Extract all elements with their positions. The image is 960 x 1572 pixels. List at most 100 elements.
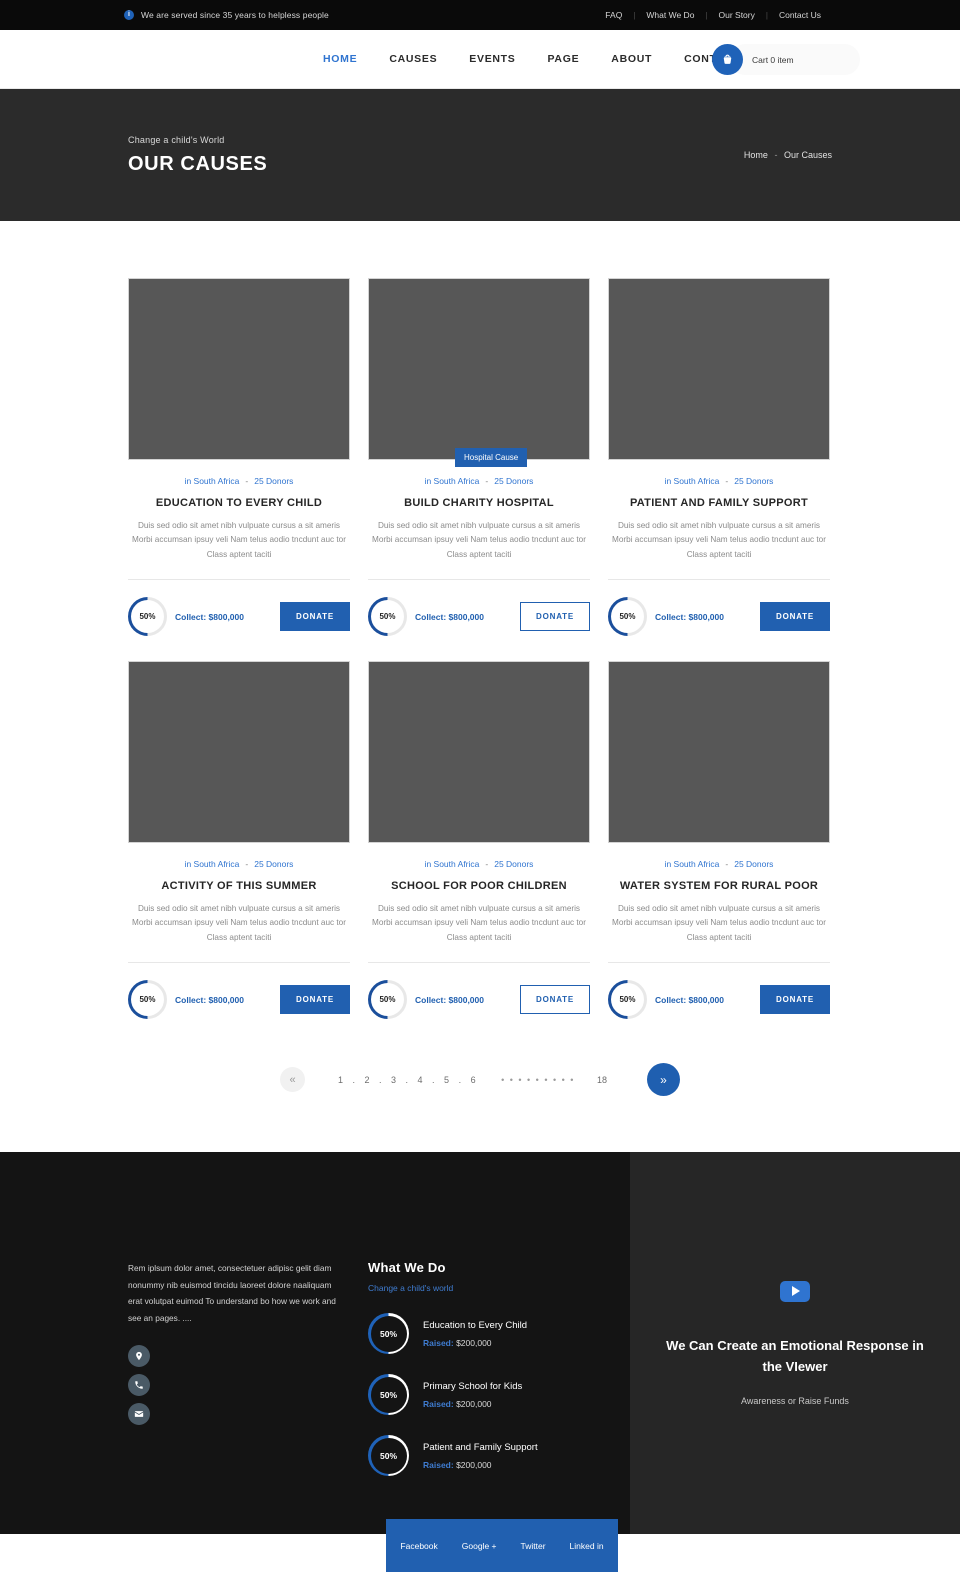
cause-footer: 50% Collect: $800,000 DONATE xyxy=(368,962,590,1020)
nav-item-page[interactable]: PAGE xyxy=(532,53,596,65)
donate-button[interactable]: DONATE xyxy=(520,602,590,632)
topbar-link-what-we-do[interactable]: What We Do xyxy=(635,10,705,20)
donate-button[interactable]: DONATE xyxy=(280,985,350,1015)
breadcrumb-separator: - xyxy=(774,150,778,160)
what-we-do-item: 50% Patient and Family Support Raised: $20… xyxy=(368,1435,598,1477)
cause-donors[interactable]: 25 Donors xyxy=(734,476,773,486)
nav-item-events[interactable]: EVENTS xyxy=(453,53,531,65)
cause-progress-ring: 50% xyxy=(128,980,167,1020)
donate-button[interactable]: DONATE xyxy=(760,985,830,1015)
location-pin-icon[interactable] xyxy=(128,1345,150,1368)
footer-what-we-do-title: What We Do xyxy=(368,1260,446,1276)
cause-title: BUILD CHARITY HOSPITAL xyxy=(404,497,554,509)
footer-about-text: Rem iplsum dolor amet, consectetuer adip… xyxy=(128,1263,336,1323)
cause-footer: 50% Collect: $800,000 DONATE xyxy=(608,962,830,1020)
cause-title: WATER SYSTEM FOR RURAL POOR xyxy=(619,880,819,893)
pagination-numbers[interactable]: 1 . 2 . 3 . 4 . 5 . 6 xyxy=(338,1075,479,1085)
footer-video-title: We Can Create an Emotional Response in t… xyxy=(666,1337,924,1375)
cause-progress-ring: 50% xyxy=(608,980,647,1020)
info-icon: i xyxy=(124,10,134,20)
cause-collect: Collect: $800,000 xyxy=(415,611,484,622)
cause-donors[interactable]: 25 Donors xyxy=(254,476,293,486)
pagination-last-page[interactable]: 18 xyxy=(597,1075,607,1085)
cause-footer: 50% Collect: $800,000 DONATE xyxy=(128,579,350,637)
cause-location[interactable]: in South Africa xyxy=(185,859,240,869)
play-triangle xyxy=(792,1286,800,1297)
cause-card: in South Africa -25 Donors ACTIVITY OF THI… xyxy=(128,661,350,1020)
social-link-linkedin[interactable]: Linked in xyxy=(558,1541,616,1551)
footer-contact-icons xyxy=(128,1345,150,1432)
breadcrumb-home[interactable]: Home xyxy=(744,150,768,160)
cause-meta: in South Africa -25 Donors xyxy=(128,476,350,486)
top-bar-message-group: i We are served since 35 years to helple… xyxy=(124,10,594,20)
cart-label: Cart 0 item xyxy=(752,54,794,65)
cause-card: in South Africa -25 Donors SCHOOL FOR POOR… xyxy=(368,661,590,1020)
cause-footer: 50% Collect: $800,000 DONATE xyxy=(128,962,350,1020)
footer-video-subtitle: Awareness or Raise Funds xyxy=(741,1395,849,1406)
what-we-do-text: Education to Every Child Raised: $200,000 xyxy=(423,1320,527,1348)
cause-progress-ring: 50% xyxy=(128,597,167,637)
what-we-do-amount: $200,000 xyxy=(456,1459,492,1470)
donate-button[interactable]: DONATE xyxy=(280,602,350,632)
cause-image xyxy=(608,661,830,844)
cause-donors[interactable]: 25 Donors xyxy=(494,859,533,869)
cause-location[interactable]: in South Africa xyxy=(425,859,480,869)
cause-location[interactable]: in South Africa xyxy=(665,859,720,869)
phone-icon[interactable] xyxy=(128,1374,150,1397)
social-link-facebook[interactable]: Facebook xyxy=(388,1541,449,1551)
cause-description: Duis sed odio sit amet nibh vulpuate cur… xyxy=(132,904,346,942)
cause-meta-separator: - xyxy=(485,859,489,870)
what-we-do-amount: $200,000 xyxy=(456,1337,492,1348)
cart-widget[interactable]: Cart 0 item xyxy=(712,30,860,89)
donate-button[interactable]: DONATE xyxy=(760,602,830,632)
cause-footer: 50% Collect: $800,000 DONATE xyxy=(368,579,590,637)
nav-item-causes[interactable]: CAUSES xyxy=(373,53,453,65)
site-footer: Rem iplsum dolor amet, consectetuer adip… xyxy=(0,1152,960,1535)
causes-row-2: in South Africa -25 Donors ACTIVITY OF THI… xyxy=(128,661,832,1020)
cause-card: Hospital Cause in South Africa -25 Donors B… xyxy=(368,278,590,637)
what-we-do-raised: Raised: $200,000 xyxy=(423,1337,492,1348)
nav-item-home[interactable]: HOME xyxy=(307,53,373,65)
cause-card: in South Africa -25 Donors PATIENT AND FAM… xyxy=(608,278,830,637)
cause-location[interactable]: in South Africa xyxy=(185,476,240,486)
what-we-do-percent: 50% xyxy=(379,1450,397,1461)
topbar-link-contact-us[interactable]: Contact Us xyxy=(768,10,832,20)
cause-location[interactable]: in South Africa xyxy=(665,476,720,486)
what-we-do-raised: Raised: $200,000 xyxy=(423,1398,492,1409)
cause-image xyxy=(128,661,350,844)
cause-donors[interactable]: 25 Donors xyxy=(494,476,533,486)
topbar-link-our-story[interactable]: Our Story xyxy=(708,10,766,20)
cause-collect: Collect: $800,000 xyxy=(655,994,724,1005)
cause-collect: Collect: $800,000 xyxy=(415,994,484,1005)
cause-description: Duis sed odio sit amet nibh vulpuate cur… xyxy=(372,521,586,559)
cause-donors[interactable]: 25 Donors xyxy=(734,859,773,869)
nav-item-about[interactable]: ABOUT xyxy=(595,53,668,65)
cause-meta: in South Africa -25 Donors xyxy=(368,859,590,869)
causes-section: in South Africa -25 Donors EDUCATION TO EV… xyxy=(0,221,960,1153)
top-bar-message: We are served since 35 years to helpless… xyxy=(141,10,329,20)
cause-meta-separator: - xyxy=(245,476,249,486)
cause-meta: in South Africa -25 Donors xyxy=(608,476,830,486)
chevron-double-left-icon[interactable]: « xyxy=(280,1067,306,1093)
cause-progress-ring: 50% xyxy=(608,597,647,637)
page-root: i We are served since 35 years to helple… xyxy=(0,0,960,1572)
cause-progress-percent: 50% xyxy=(619,995,636,1005)
topbar-link-faq[interactable]: FAQ xyxy=(594,10,633,20)
cause-donors[interactable]: 25 Donors xyxy=(254,859,293,869)
cause-progress-percent: 50% xyxy=(379,995,396,1005)
cause-progress-ring: 50% xyxy=(368,597,407,637)
cause-title: PATIENT AND FAMILY SUPPORT xyxy=(629,497,809,509)
cause-description: Duis sed odio sit amet nibh vulpuate cur… xyxy=(372,904,586,942)
donate-button[interactable]: DONATE xyxy=(520,985,590,1015)
youtube-play-icon[interactable] xyxy=(780,1280,810,1302)
chevron-double-right-icon[interactable]: » xyxy=(646,1063,680,1097)
shopping-basket-icon[interactable] xyxy=(712,44,743,75)
social-link-google-plus[interactable]: Google + xyxy=(450,1541,509,1551)
envelope-icon[interactable] xyxy=(128,1403,150,1426)
cart-pill-background xyxy=(730,44,860,75)
cause-collect: Collect: $800,000 xyxy=(655,611,724,622)
cause-location[interactable]: in South Africa xyxy=(425,476,480,486)
what-we-do-name: Education to Every Child xyxy=(423,1319,528,1331)
cause-badge: Hospital Cause xyxy=(455,448,528,467)
social-link-twitter[interactable]: Twitter xyxy=(509,1541,558,1551)
